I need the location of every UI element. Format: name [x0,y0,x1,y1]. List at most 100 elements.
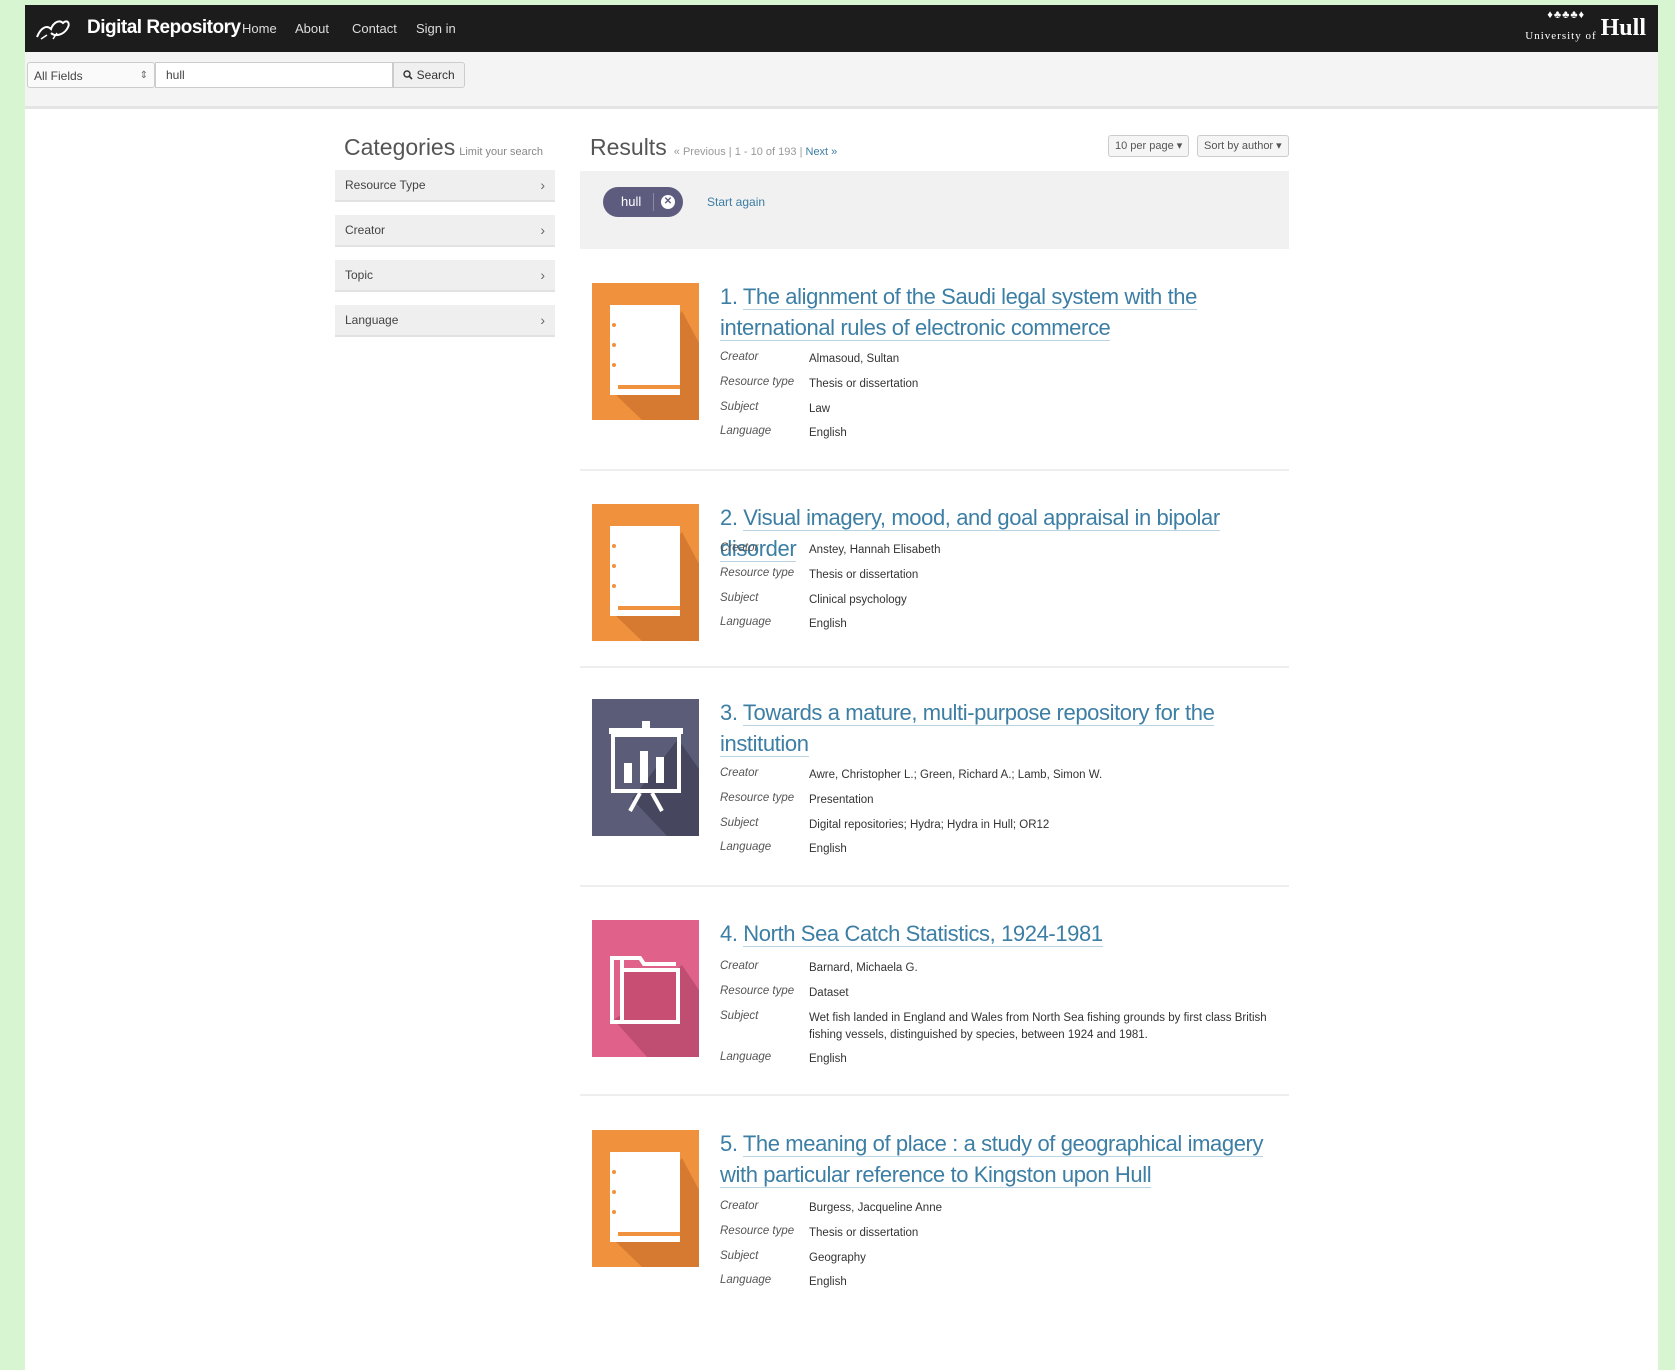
search-input[interactable] [155,62,393,88]
meta-value: Presentation [809,794,874,806]
meta-value: Clinical psychology [809,594,907,606]
meta-value: English [809,618,847,630]
thesis-book-icon[interactable] [592,1130,699,1267]
chevron-right-icon: › [540,222,545,238]
select-arrows-icon: ⇕ [139,70,148,81]
meta-value: Geography [809,1252,866,1264]
meta-label: Resource type [720,792,795,804]
meta-value: Law [809,403,831,415]
facet-resource-type[interactable]: Resource Type › [335,170,555,202]
result-title-link[interactable]: North Sea Catch Statistics, 1924-1981 [743,921,1103,947]
meta-label: Subject [720,401,759,413]
meta-value: Digital repositories; Hydra; Hydra in Hu… [809,819,1050,831]
results-title: Results [590,134,667,160]
meta-value: Almasoud, Sultan [809,353,900,365]
result-title-link[interactable]: The alignment of the Saudi legal system … [720,284,1197,341]
chevron-right-icon: › [540,312,545,328]
results-range: 1 - 10 of 193 [734,146,797,158]
nav-contact-link[interactable]: Contact [352,21,397,36]
meta-label: Creator [720,960,759,972]
meta-value: Thesis or dissertation [809,378,919,390]
categories-title: Categories [344,134,456,160]
result-number: 2. [720,505,738,530]
meta-value: Dataset [809,987,849,999]
remove-filter-icon[interactable]: ✕ [661,195,675,209]
per-page-dropdown[interactable]: 10 per page ▾ [1108,135,1190,157]
filter-value: hull [621,194,642,209]
start-again-link[interactable]: Start again [707,195,765,209]
result-title-link[interactable]: The meaning of place : a study of geogra… [720,1131,1263,1188]
categories-heading: Categories Limit your search [344,134,543,161]
next-link[interactable]: Next » [806,146,838,158]
result-item: 2. Visual imagery, mood, and goal apprai… [580,504,1289,668]
result-item: 3. Towards a mature, multi-purpose repos… [580,699,1289,887]
facet-language[interactable]: Language › [335,305,555,337]
meta-value: English [809,1053,847,1065]
meta-label: Subject [720,1250,759,1262]
meta-label: Resource type [720,567,795,579]
facet-label: Topic [345,268,374,282]
meta-label: Creator [720,767,759,779]
search-constraints: hull ✕ Start again [580,171,1289,249]
result-number: 5. [720,1131,738,1156]
meta-value: Wet fish landed in England and Wales fro… [809,1012,1267,1041]
meta-value: English [809,843,847,855]
search-bar: All Fields ⇕ Search [25,52,1658,109]
caret-down-icon: ▾ [1176,140,1183,152]
top-navbar: Digital Repository Home About Contact Si… [25,5,1658,52]
meta-label: Subject [720,592,759,604]
nav-signin-link[interactable]: Sign in [416,21,456,36]
facet-topic[interactable]: Topic › [335,260,555,292]
result-title-link[interactable]: Towards a mature, multi-purpose reposito… [720,700,1215,757]
previous-link[interactable]: « Previous [674,146,726,158]
search-icon [403,68,416,82]
thesis-book-icon[interactable] [592,504,699,641]
meta-label: Resource type [720,376,795,388]
meta-label: Subject [720,1010,759,1022]
result-number: 4. [720,921,738,946]
meta-value: Burgess, Jacqueline Anne [809,1202,942,1214]
chevron-right-icon: › [540,267,545,283]
per-page-label: 10 per page [1115,140,1174,152]
university-small-text: University of [1525,30,1597,42]
meta-value: Anstey, Hannah Elisabeth [809,544,941,556]
result-item: 5. The meaning of place : a study of geo… [580,1130,1289,1370]
sort-dropdown[interactable]: Sort by author ▾ [1197,135,1289,157]
facet-label: Language [345,313,399,327]
meta-label: Language [720,1051,772,1063]
pagination: « Previous | 1 - 10 of 193 | Next » [673,146,838,158]
result-title[interactable]: 4. North Sea Catch Statistics, 1924-1981 [720,918,1280,949]
university-big-text: Hull [1600,15,1646,41]
meta-label: Resource type [720,985,795,997]
search-button[interactable]: Search [393,62,465,88]
nav-home-link[interactable]: Home [242,21,277,36]
result-title[interactable]: 1. The alignment of the Saudi legal syst… [720,281,1280,343]
brand-title[interactable]: Digital Repository [87,17,241,39]
facet-creator[interactable]: Creator › [335,215,555,247]
meta-label: Resource type [720,1225,795,1237]
thesis-book-icon[interactable] [592,283,699,420]
result-number: 1. [720,284,738,309]
result-item: 1. The alignment of the Saudi legal syst… [580,283,1289,471]
result-title[interactable]: 5. The meaning of place : a study of geo… [720,1128,1280,1190]
results-heading: Results « Previous | 1 - 10 of 193 | Nex… [590,134,837,161]
meta-label: Creator [720,542,759,554]
query-filter-pill[interactable]: hull ✕ [603,187,683,217]
search-field-selected: All Fields [34,69,83,83]
meta-label: Language [720,1274,772,1286]
result-number: 3. [720,700,738,725]
university-logo[interactable]: ♦♣♣♣♦ University of Hull [1525,9,1646,42]
presentation-chart-icon[interactable] [592,699,699,836]
meta-label: Creator [720,351,759,363]
nav-about-link[interactable]: About [295,21,329,36]
search-field-select[interactable]: All Fields ⇕ [27,62,155,88]
meta-label: Language [720,425,772,437]
hydra-logo-icon[interactable] [33,15,73,43]
result-title[interactable]: 3. Towards a mature, multi-purpose repos… [720,697,1280,759]
meta-value: Thesis or dissertation [809,569,919,581]
facet-label: Resource Type [345,178,426,192]
dataset-folder-icon[interactable] [592,920,699,1057]
university-crest-icon: ♦♣♣♣♦ [1547,9,1586,21]
meta-value: Awre, Christopher L.; Green, Richard A.;… [809,769,1103,781]
meta-value: English [809,427,847,439]
